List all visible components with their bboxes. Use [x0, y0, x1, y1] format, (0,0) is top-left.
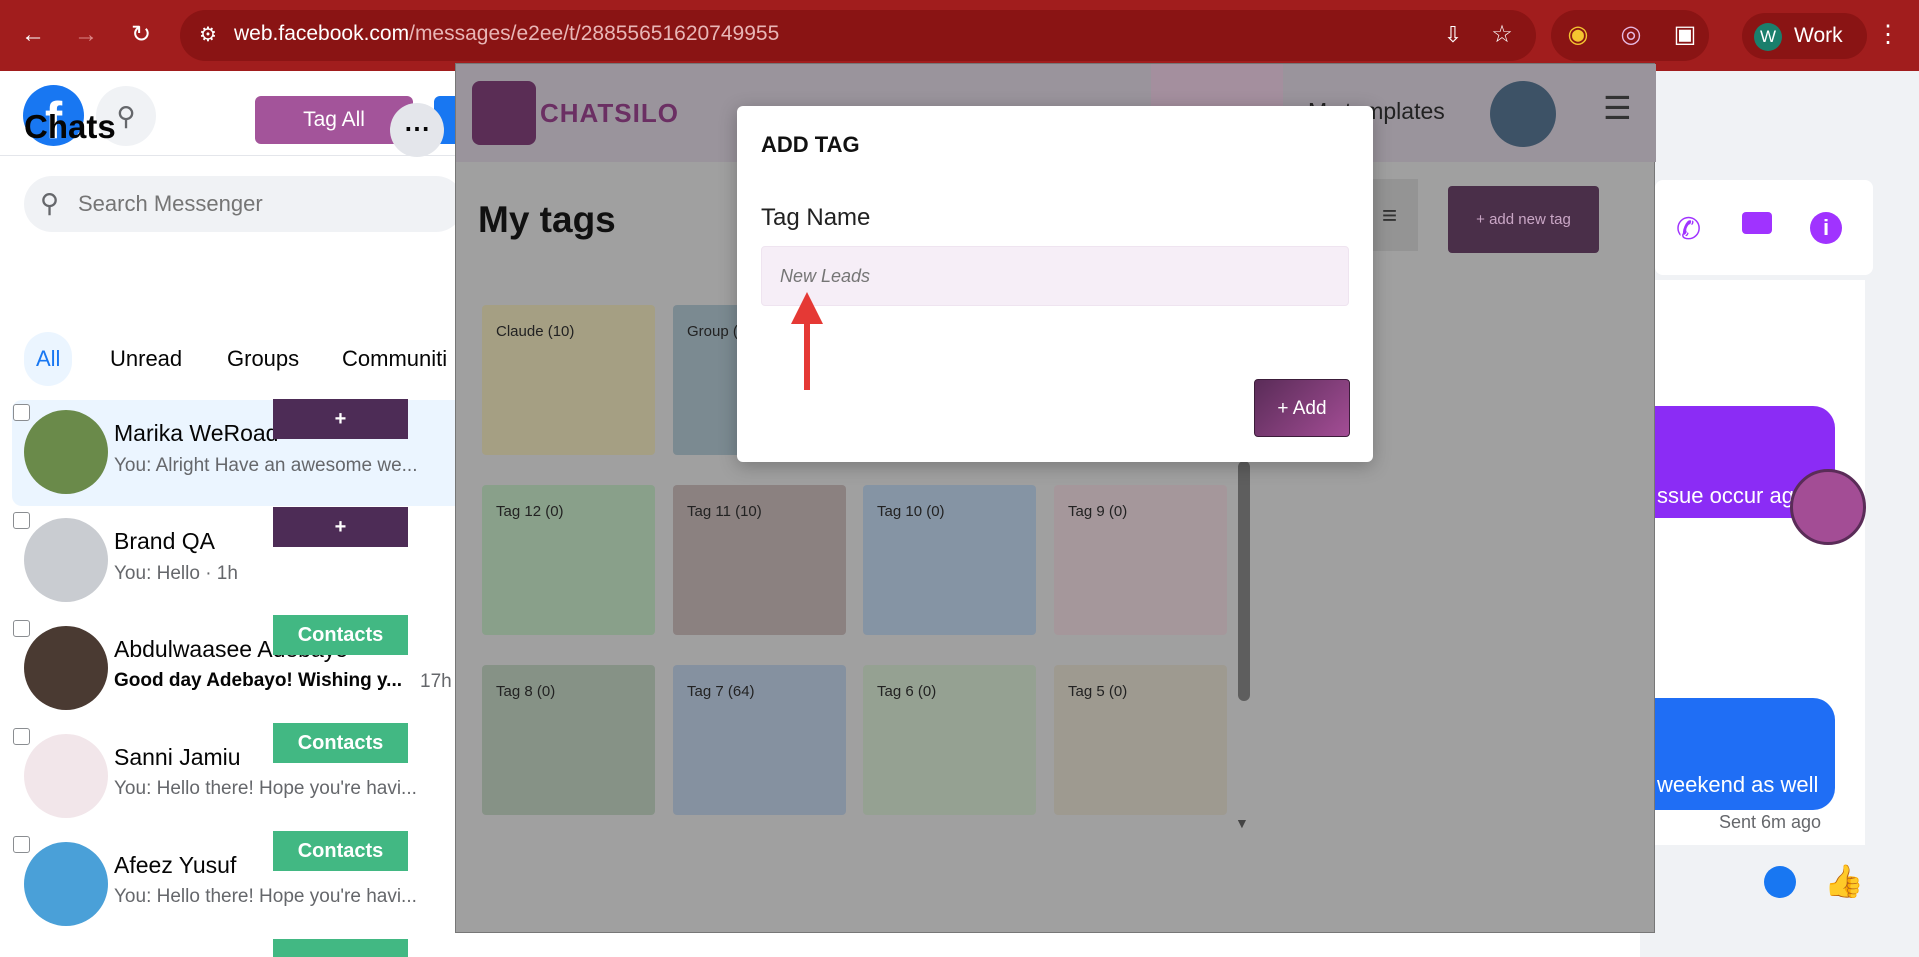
info-icon[interactable]: i — [1810, 212, 1842, 244]
chat-name: Sanni Jamiu — [114, 744, 241, 770]
messenger-search[interactable]: ⚲ — [24, 176, 464, 232]
filter-all[interactable]: All — [24, 332, 73, 386]
puzzle-extensions-icon[interactable]: ▣ — [1670, 20, 1700, 50]
chatsilo-extension-icon[interactable]: ◎ — [1616, 20, 1646, 50]
tag-card[interactable]: Tag 7 (64) — [673, 665, 846, 815]
phone-call-icon[interactable]: ✆ — [1676, 212, 1701, 247]
chats-more-options-icon[interactable]: ⋯ — [390, 103, 444, 157]
chat-preview: You: Hello · 1h — [114, 563, 238, 584]
tag-name-label: Tag Name — [761, 204, 871, 231]
profile-pill[interactable]: W Work — [1742, 13, 1867, 59]
red-arrow-annotation — [791, 292, 823, 390]
add-new-tag-label: add new tag — [1489, 211, 1571, 228]
chatsilo-user-avatar[interactable] — [1490, 81, 1556, 147]
chat-contacts-button[interactable]: Contacts — [273, 723, 408, 763]
tag-all-button[interactable]: Tag All — [255, 96, 413, 144]
chatsilo-floating-button[interactable] — [1790, 469, 1866, 545]
page-title: My tags — [478, 199, 616, 240]
chat-contacts-button[interactable]: Contacts — [273, 615, 408, 655]
forward-icon[interactable]: → — [71, 20, 101, 50]
chat-name: Afeez Yusuf — [114, 852, 237, 878]
message-bubble: weekend as well — [1655, 698, 1835, 810]
chat-contacts-button-partial[interactable] — [273, 939, 408, 957]
messenger-search-input[interactable] — [78, 184, 458, 224]
chat-tag-button[interactable]: + — [273, 507, 408, 547]
chat-avatar — [24, 626, 108, 710]
chat-contacts-button[interactable]: Contacts — [273, 831, 408, 871]
site-info-icon[interactable]: ⚙ — [193, 20, 223, 50]
chatsilo-logo-icon — [472, 81, 536, 145]
tag-name-input[interactable] — [761, 246, 1349, 306]
tag-card[interactable]: Tag 9 (0) — [1054, 485, 1227, 635]
reload-icon[interactable]: ↻ — [126, 20, 156, 50]
chat-checkbox[interactable] — [13, 728, 30, 745]
search-icon: ⚲ — [40, 188, 60, 218]
tags-scrollbar[interactable] — [1238, 461, 1250, 701]
tag-card[interactable]: Tag 11 (10) — [673, 485, 846, 635]
tag-card[interactable]: Tag 5 (0) — [1054, 665, 1227, 815]
tag-card[interactable]: Claude (10) — [482, 305, 655, 455]
url-host: web.facebook.com — [234, 22, 410, 45]
chat-name: Brand QA — [114, 528, 215, 554]
add-button-label: Add — [1292, 398, 1327, 419]
chatsilo-brand: CHATSILO — [540, 98, 679, 128]
filter-communities[interactable]: Communiti — [330, 332, 459, 386]
emoji-icon[interactable] — [1764, 866, 1796, 898]
url-path: /messages/e2ee/t/28855651620749955 — [409, 22, 780, 45]
chat-time: 17h — [420, 671, 452, 692]
tag-card[interactable]: Tag 8 (0) — [482, 665, 655, 815]
url-text[interactable]: web.facebook.com/messages/e2ee/t/2885565… — [234, 22, 779, 46]
chat-avatar — [24, 410, 108, 494]
tag-card[interactable]: Tag 10 (0) — [863, 485, 1036, 635]
chat-preview: You: Hello there! Hope you're havi... — [114, 886, 417, 907]
chat-checkbox[interactable] — [13, 512, 30, 529]
add-tag-submit-button[interactable]: + Add — [1254, 379, 1350, 437]
add-tag-modal: ADD TAG Tag Name + Add — [737, 106, 1373, 462]
menu-kebab-icon[interactable]: ⋮ — [1873, 20, 1903, 50]
chat-preview: You: Hello there! Hope you're havi... — [114, 778, 417, 799]
chats-title: Chats — [24, 108, 116, 145]
chat-checkbox[interactable] — [13, 620, 30, 637]
filter-unread[interactable]: Unread — [98, 332, 194, 386]
chat-preview: Good day Adebayo! Wishing y... — [114, 670, 403, 691]
bookmark-star-icon[interactable]: ☆ — [1487, 20, 1517, 50]
chat-avatar — [24, 842, 108, 926]
chat-preview: You: Alright Have an awesome we... — [114, 455, 418, 476]
scroll-down-arrow-icon[interactable]: ▼ — [1235, 815, 1249, 831]
chat-checkbox[interactable] — [13, 836, 30, 853]
browser-toolbar: ← → ↻ ⚙ web.facebook.com/messages/e2ee/t… — [0, 0, 1919, 71]
sent-status: Sent 6m ago — [1719, 812, 1822, 832]
like-thumb-icon[interactable]: 👍 — [1824, 862, 1864, 900]
tag-card[interactable]: Tag 6 (0) — [863, 665, 1036, 815]
hamburger-menu-icon[interactable]: ☰ — [1603, 89, 1632, 127]
chat-name: Marika WeRoad — [114, 420, 279, 446]
color-extension-icon[interactable]: ◉ — [1563, 20, 1593, 50]
tag-card[interactable]: Tag 12 (0) — [482, 485, 655, 635]
chat-checkbox[interactable] — [13, 404, 30, 421]
add-new-tag-button[interactable]: + add new tag — [1448, 186, 1599, 253]
chat-tag-button[interactable]: + — [273, 399, 408, 439]
profile-avatar: W — [1754, 23, 1782, 51]
install-icon[interactable]: ⇩ — [1438, 20, 1468, 50]
filter-groups[interactable]: Groups — [215, 332, 311, 386]
video-call-icon[interactable] — [1742, 212, 1772, 234]
chat-avatar — [24, 734, 108, 818]
back-icon[interactable]: ← — [18, 20, 48, 50]
profile-label: Work — [1794, 24, 1843, 47]
chat-avatar — [24, 518, 108, 602]
modal-title: ADD TAG — [761, 132, 860, 157]
